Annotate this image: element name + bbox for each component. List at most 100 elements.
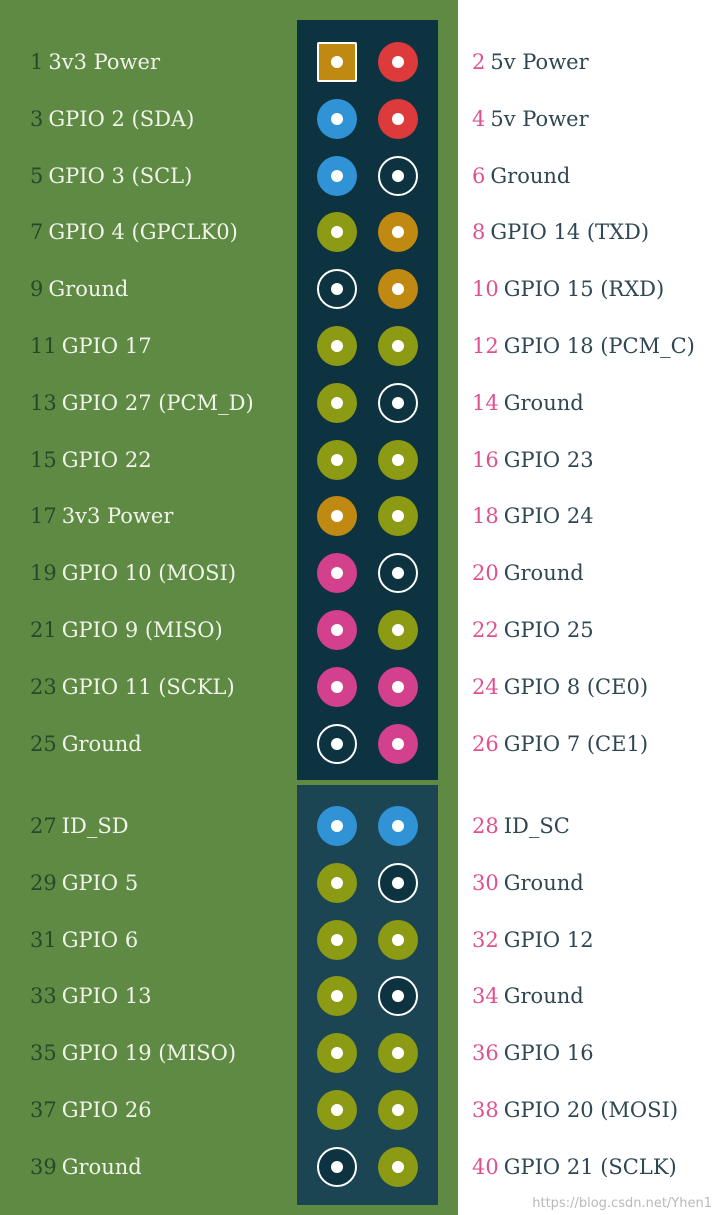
pin-22-label: 22 GPIO 25 (472, 616, 594, 644)
pin-number: 2 (472, 50, 486, 74)
pin-number: 5 (30, 163, 44, 188)
pin-number: 32 (472, 927, 499, 952)
pin-number: 1 (30, 50, 44, 74)
pin-number: 9 (30, 277, 44, 302)
pin-6-icon (378, 155, 418, 196)
pin-name: GPIO 4 (GPCLK0) (48, 220, 238, 245)
pin-16-icon (378, 439, 418, 480)
pin-18-label: 18 GPIO 24 (472, 502, 594, 530)
pin-24-icon (378, 666, 418, 707)
pin-number: 22 (472, 618, 499, 642)
pin-name: 5v Power (490, 106, 589, 131)
pin-number: 7 (30, 220, 44, 245)
pin-7-label: 7 GPIO 4 (GPCLK0) (30, 218, 238, 246)
pin-37-label: 37 GPIO 26 (30, 1096, 152, 1124)
pin-number: 38 (472, 1098, 499, 1122)
pin-number: 24 (472, 674, 499, 699)
pin-number: 34 (472, 984, 499, 1009)
pin-26-label: 26 GPIO 7 (CE1) (472, 730, 648, 758)
pin-number: 39 (30, 1154, 57, 1179)
pin-number: 19 (30, 561, 57, 586)
pin-number: 20 (472, 561, 499, 586)
pin-39-label: 39 Ground (30, 1153, 142, 1181)
pin-11-icon (317, 326, 357, 366)
pin-name: GPIO 24 (503, 504, 594, 529)
pin-name: GPIO 21 (SCLK) (503, 1154, 677, 1179)
pin-15-label: 15 GPIO 22 (30, 446, 152, 474)
pin-37-icon (317, 1090, 357, 1130)
pin-name: GPIO 11 (SCKL) (61, 674, 235, 699)
pin-3-label: 3 GPIO 2 (SDA) (30, 105, 194, 133)
pin-14-icon (378, 382, 418, 423)
pin-10-label: 10 GPIO 15 (RXD) (472, 275, 664, 303)
pin-9-icon (317, 269, 357, 310)
pin-5-icon (317, 155, 357, 196)
pin-name: GPIO 6 (61, 927, 139, 952)
pin-number: 37 (30, 1098, 57, 1122)
pin-name: GPIO 7 (CE1) (503, 731, 649, 756)
pin-number: 12 (472, 334, 499, 358)
pin-28-icon (378, 806, 418, 846)
pin-22-icon (378, 610, 418, 650)
pin-21-icon (317, 610, 357, 650)
pin-name: GPIO 9 (MISO) (61, 618, 223, 642)
pin-17-label: 17 3v3 Power (30, 502, 173, 530)
pin-11-label: 11 GPIO 17 (30, 332, 152, 360)
pin-name: 3v3 Power (61, 504, 174, 529)
pin-36-icon (378, 1033, 418, 1074)
pin-number: 13 (30, 390, 57, 415)
pin-3-icon (317, 98, 357, 139)
pin-29-icon (317, 862, 357, 903)
pin-24-label: 24 GPIO 8 (CE0) (472, 673, 648, 701)
pin-19-icon (317, 553, 357, 594)
pin-25-label: 25 Ground (30, 730, 142, 758)
pin-2-icon (378, 42, 418, 82)
pin-name: GPIO 3 (SCL) (48, 163, 193, 188)
pin-1-label: 1 3v3 Power (30, 48, 160, 76)
pin-28-label: 28 ID_SC (472, 812, 570, 840)
pin-2-label: 2 5v Power (472, 48, 589, 76)
pin-39-icon (317, 1146, 357, 1187)
pin-12-label: 12 GPIO 18 (PCM_C) (472, 332, 695, 360)
pin-31-label: 31 GPIO 6 (30, 926, 138, 954)
pin-4-label: 4 5v Power (472, 105, 589, 133)
pin-name: GPIO 2 (SDA) (48, 106, 195, 131)
pin-name: GPIO 23 (503, 447, 594, 472)
pin-19-label: 19 GPIO 10 (MOSI) (30, 559, 236, 587)
pin-number: 6 (472, 163, 486, 188)
pin-16-label: 16 GPIO 23 (472, 446, 594, 474)
pin-40-label: 40 GPIO 21 (SCLK) (472, 1153, 677, 1181)
pin-name: ID_SC (503, 814, 570, 838)
pin-name: GPIO 20 (MOSI) (503, 1098, 679, 1122)
pin-25-icon (317, 723, 357, 764)
pin-number: 18 (472, 504, 499, 529)
pin-1-icon (317, 42, 357, 82)
pin-name: GPIO 13 (61, 984, 152, 1009)
pin-name: GPIO 5 (61, 870, 139, 895)
pin-27-label: 27 ID_SD (30, 812, 129, 840)
pin-40-icon (378, 1146, 418, 1187)
pin-number: 14 (472, 390, 499, 415)
pin-23-icon (317, 666, 357, 707)
pin-number: 21 (30, 618, 57, 642)
pin-name: Ground (61, 1154, 142, 1179)
pin-29-label: 29 GPIO 5 (30, 869, 138, 897)
pin-name: Ground (490, 163, 571, 188)
pin-35-label: 35 GPIO 19 (MISO) (30, 1039, 236, 1067)
pin-number: 4 (472, 106, 486, 131)
pin-number: 8 (472, 220, 486, 245)
pin-name: GPIO 14 (TXD) (490, 220, 650, 245)
pin-name: GPIO 12 (503, 927, 594, 952)
pin-number: 31 (30, 927, 57, 952)
pin-20-icon (378, 553, 418, 594)
pin-name: Ground (503, 561, 584, 586)
pin-number: 27 (30, 814, 57, 838)
pin-name: GPIO 16 (503, 1041, 594, 1066)
pin-21-label: 21 GPIO 9 (MISO) (30, 616, 223, 644)
pin-35-icon (317, 1033, 357, 1074)
pin-name: Ground (503, 390, 584, 415)
pin-32-label: 32 GPIO 12 (472, 926, 594, 954)
pin-number: 16 (472, 447, 499, 472)
pin-30-icon (378, 862, 418, 903)
pin-8-label: 8 GPIO 14 (TXD) (472, 218, 649, 246)
